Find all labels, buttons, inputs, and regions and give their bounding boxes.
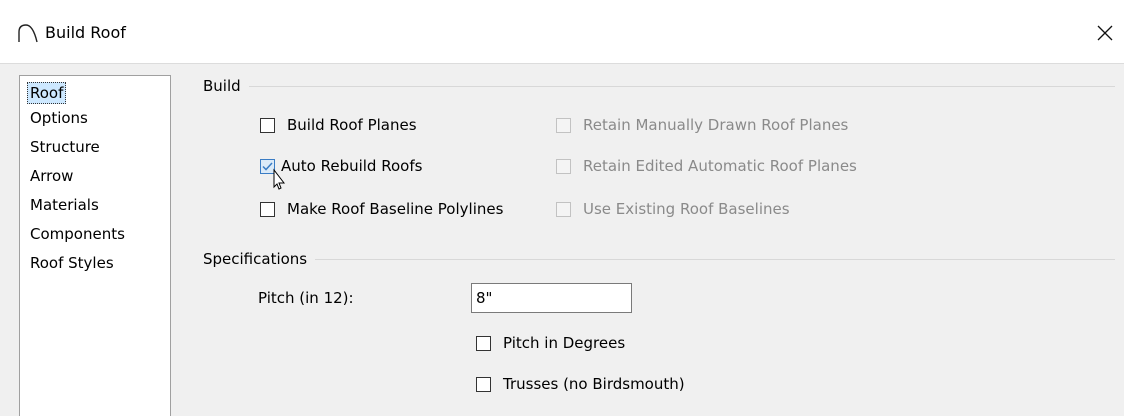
- retain-edited-automatic-roof-planes-checkbox[interactable]: Retain Edited Automatic Roof Planes: [556, 155, 857, 177]
- sidebar-item-options[interactable]: Options: [27, 107, 91, 129]
- build-group-divider: [203, 86, 1115, 87]
- checkbox-box[interactable]: [556, 158, 571, 174]
- checkbox-label: Auto Rebuild Roofs: [281, 157, 423, 175]
- pitch-in-degrees-checkbox[interactable]: Pitch in Degrees: [476, 332, 625, 354]
- sidebar-item-materials[interactable]: Materials: [27, 194, 102, 216]
- trusses-no-birdsmouth-checkbox[interactable]: Trusses (no Birdsmouth): [476, 373, 685, 395]
- sidebar-item-roof[interactable]: Roof: [27, 82, 67, 104]
- sidebar-item-arrow[interactable]: Arrow: [27, 165, 76, 187]
- build-roof-planes-checkbox[interactable]: Build Roof Planes: [260, 114, 417, 136]
- specifications-group-divider: [203, 259, 1115, 260]
- window-title: Build Roof: [45, 23, 126, 42]
- sidebar-nav: Roof Options Structure Arrow Materials C…: [19, 75, 171, 416]
- checkbox-label: Trusses (no Birdsmouth): [503, 375, 685, 393]
- roof-arch-icon: [18, 24, 38, 43]
- checkbox-label: Build Roof Planes: [287, 116, 417, 134]
- mouse-pointer-icon: [273, 168, 286, 190]
- specifications-group-label: Specifications: [203, 249, 316, 269]
- checkbox-box[interactable]: [260, 117, 275, 133]
- checkbox-box[interactable]: [556, 201, 571, 217]
- checkbox-label: Use Existing Roof Baselines: [583, 200, 790, 218]
- retain-manually-drawn-roof-planes-checkbox[interactable]: Retain Manually Drawn Roof Planes: [556, 114, 848, 136]
- sidebar-item-structure[interactable]: Structure: [27, 136, 103, 158]
- make-roof-baseline-polylines-checkbox[interactable]: Make Roof Baseline Polylines: [260, 198, 503, 220]
- checkbox-box[interactable]: [476, 376, 491, 392]
- checkbox-label: Make Roof Baseline Polylines: [287, 200, 504, 218]
- checkbox-box[interactable]: [556, 117, 571, 133]
- checkbox-label: Retain Edited Automatic Roof Planes: [583, 157, 857, 175]
- checkbox-label: Retain Manually Drawn Roof Planes: [583, 116, 849, 134]
- sidebar-item-components[interactable]: Components: [27, 223, 128, 245]
- use-existing-roof-baselines-checkbox[interactable]: Use Existing Roof Baselines: [556, 198, 790, 220]
- checkbox-box[interactable]: [476, 335, 491, 351]
- sidebar-item-roof-styles[interactable]: Roof Styles: [27, 252, 117, 274]
- close-icon[interactable]: [1090, 18, 1120, 48]
- checkbox-label: Pitch in Degrees: [503, 334, 626, 352]
- checkbox-box[interactable]: [260, 201, 275, 217]
- title-bar: Build Roof: [0, 0, 1124, 64]
- build-group-label: Build: [203, 76, 249, 96]
- pitch-label: Pitch (in 12):: [258, 289, 354, 307]
- pitch-input[interactable]: [471, 283, 632, 313]
